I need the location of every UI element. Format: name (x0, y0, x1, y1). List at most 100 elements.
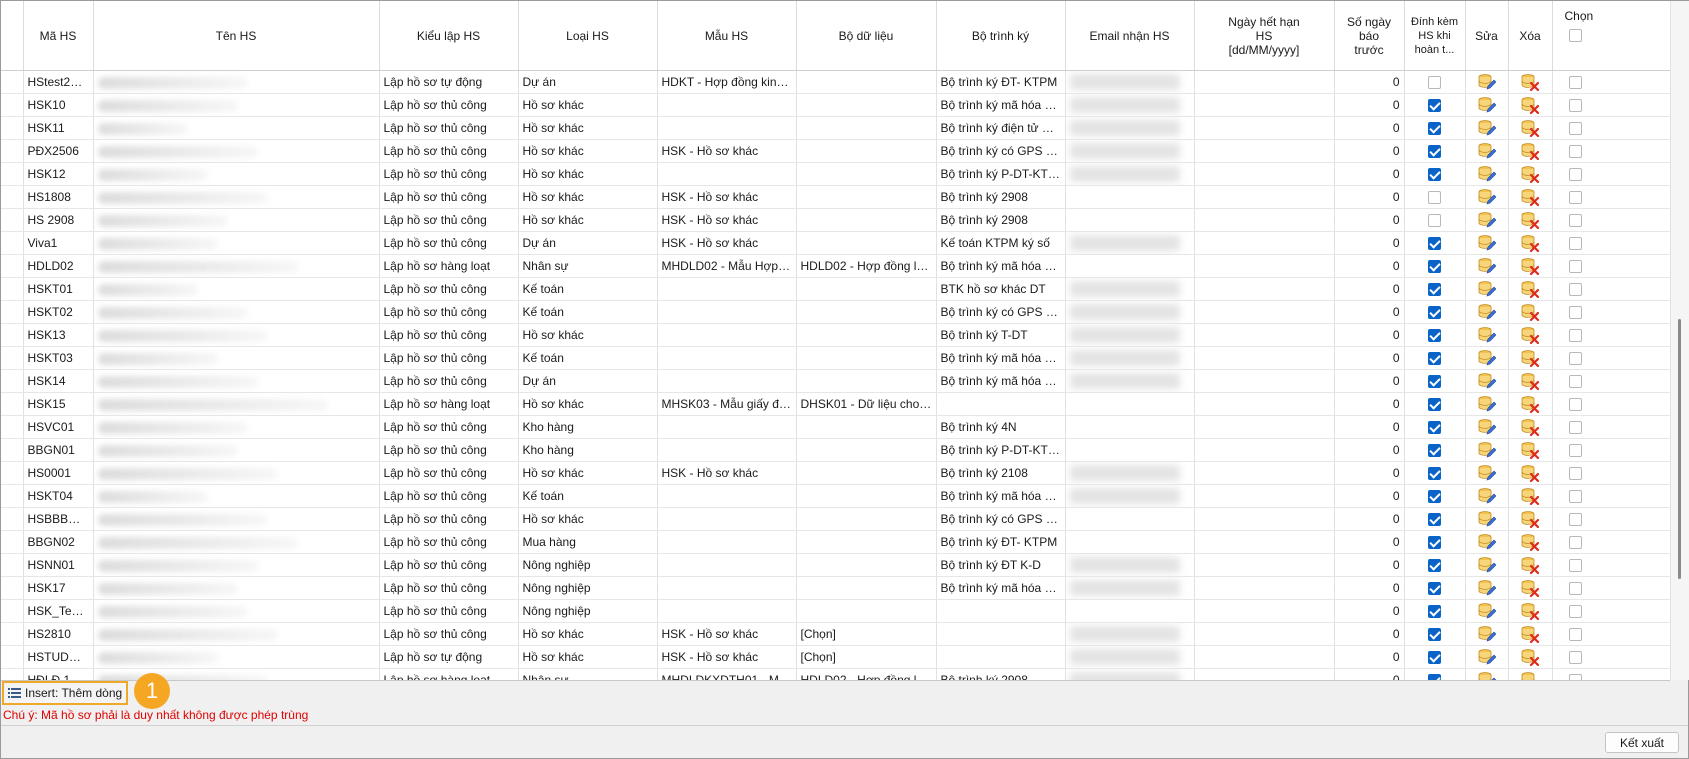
cell-sua[interactable] (1465, 139, 1509, 163)
cell-bo-trinh-ky[interactable]: Bộ trình ký P-DT-KTPM (936, 162, 1066, 186)
cell-ngay-het-han[interactable] (1194, 323, 1335, 347)
database-edit-icon[interactable] (1478, 189, 1496, 205)
cell-xoa[interactable] (1508, 392, 1553, 416)
select-row-checkbox[interactable] (1568, 467, 1582, 481)
cell-chon[interactable] (1552, 392, 1670, 416)
cell-ten-hs[interactable] (93, 576, 380, 600)
cell-ma-hs[interactable]: BBGN01 (23, 438, 94, 462)
cell-bo-du-lieu[interactable] (796, 93, 937, 117)
cell-xoa[interactable] (1508, 323, 1553, 347)
row-gutter[interactable] (1, 346, 24, 370)
cell-xoa[interactable] (1508, 346, 1553, 370)
cell-kieu-lap[interactable]: Lập hồ sơ hàng loạt (379, 668, 519, 680)
cell-email[interactable] (1065, 599, 1195, 623)
cell-chon[interactable] (1552, 162, 1670, 186)
cell-ngay-het-han[interactable] (1194, 300, 1335, 324)
cell-bo-trinh-ky[interactable]: Bộ trình ký 2908 (936, 668, 1066, 680)
cell-so-ngay[interactable]: 0 (1334, 599, 1405, 623)
cell-so-ngay[interactable]: 0 (1334, 323, 1405, 347)
cell-bo-du-lieu[interactable]: HDLD02 - Hợp đồng lao đ... (796, 254, 937, 278)
cell-loai-hs[interactable]: Hồ sơ khác (518, 645, 658, 669)
cell-mau-hs[interactable] (657, 553, 797, 577)
cell-ten-hs[interactable] (93, 645, 380, 669)
cell-bo-du-lieu[interactable]: [Chọn] (796, 645, 937, 669)
cell-chon[interactable] (1552, 208, 1670, 232)
cell-loai-hs[interactable]: Kho hàng (518, 438, 658, 462)
cell-chon[interactable] (1552, 185, 1670, 209)
cell-xoa[interactable] (1508, 369, 1553, 393)
cell-kieu-lap[interactable]: Lập hồ sơ thủ công (379, 553, 519, 577)
cell-dinh-kem[interactable] (1404, 461, 1466, 485)
cell-email[interactable] (1065, 645, 1195, 669)
select-row-checkbox[interactable] (1568, 329, 1582, 343)
attach-checkbox[interactable] (1428, 168, 1441, 182)
cell-xoa[interactable] (1508, 139, 1553, 163)
cell-sua[interactable] (1465, 530, 1509, 554)
cell-so-ngay[interactable]: 0 (1334, 461, 1405, 485)
attach-checkbox[interactable] (1428, 122, 1441, 136)
cell-kieu-lap[interactable]: Lập hồ sơ thủ công (379, 208, 519, 232)
cell-sua[interactable] (1465, 162, 1509, 186)
cell-dinh-kem[interactable] (1404, 323, 1466, 347)
cell-ten-hs[interactable] (93, 415, 380, 439)
cell-bo-trinh-ky[interactable]: BTK hồ sơ khác DT (936, 277, 1066, 301)
cell-dinh-kem[interactable] (1404, 346, 1466, 370)
cell-ma-hs[interactable]: HSK15 (23, 392, 94, 416)
cell-ten-hs[interactable] (93, 369, 380, 393)
cell-dinh-kem[interactable] (1404, 530, 1466, 554)
cell-loai-hs[interactable]: Dự án (518, 231, 658, 255)
col-header-email[interactable]: Email nhận HS (1065, 1, 1195, 71)
cell-ma-hs[interactable]: HSKT02 (23, 300, 94, 324)
cell-ma-hs[interactable]: HS1808 (23, 185, 94, 209)
cell-email[interactable] (1065, 162, 1195, 186)
cell-sua[interactable] (1465, 415, 1509, 439)
cell-ma-hs[interactable]: HDLD02 (23, 254, 94, 278)
cell-chon[interactable] (1552, 369, 1670, 393)
cell-dinh-kem[interactable] (1404, 668, 1466, 680)
cell-ten-hs[interactable] (93, 162, 380, 186)
cell-chon[interactable] (1552, 300, 1670, 324)
cell-email[interactable] (1065, 553, 1195, 577)
cell-ngay-het-han[interactable] (1194, 415, 1335, 439)
table-row[interactable]: HDLD02 Lập hồ sơ hàng loạt Nhân sự MHDLD02 … (1, 254, 1670, 278)
cell-email[interactable] (1065, 185, 1195, 209)
database-edit-icon[interactable] (1478, 212, 1496, 228)
database-edit-icon[interactable] (1478, 649, 1496, 665)
select-row-checkbox[interactable] (1568, 283, 1582, 297)
select-row-checkbox[interactable] (1568, 191, 1582, 205)
cell-chon[interactable] (1552, 415, 1670, 439)
cell-ten-hs[interactable] (93, 208, 380, 232)
cell-bo-trinh-ky[interactable]: Bộ trình ký mã hóa có... (936, 93, 1066, 117)
cell-email[interactable] (1065, 231, 1195, 255)
cell-kieu-lap[interactable]: Lập hồ sơ thủ công (379, 530, 519, 554)
col-header-ten-hs[interactable]: Tên HS (93, 1, 380, 71)
row-gutter[interactable] (1, 369, 24, 393)
attach-checkbox[interactable] (1428, 421, 1441, 435)
cell-dinh-kem[interactable] (1404, 484, 1466, 508)
cell-ma-hs[interactable]: HSVC01 (23, 415, 94, 439)
cell-dinh-kem[interactable] (1404, 116, 1466, 140)
cell-mau-hs[interactable]: HSK - Hồ sơ khác (657, 645, 797, 669)
cell-chon[interactable] (1552, 438, 1670, 462)
select-row-checkbox[interactable] (1568, 582, 1582, 596)
cell-loai-hs[interactable]: Hồ sơ khác (518, 507, 658, 531)
row-gutter[interactable] (1, 438, 24, 462)
cell-chon[interactable] (1552, 530, 1670, 554)
cell-dinh-kem[interactable] (1404, 277, 1466, 301)
attach-checkbox[interactable] (1428, 237, 1441, 251)
cell-ma-hs[interactable]: HĐLĐ 1025 (23, 668, 94, 680)
cell-bo-trinh-ky[interactable]: Bộ trình ký 2908 (936, 185, 1066, 209)
cell-bo-trinh-ky[interactable] (936, 599, 1066, 623)
table-row[interactable]: HSBBBG01 Lập hồ sơ thủ công Hồ sơ khác Bộ t… (1, 507, 1670, 531)
database-delete-icon[interactable] (1521, 442, 1539, 459)
cell-ten-hs[interactable] (93, 622, 380, 646)
cell-bo-du-lieu[interactable] (796, 116, 937, 140)
select-row-checkbox[interactable] (1568, 536, 1582, 550)
row-gutter[interactable] (1, 461, 24, 485)
cell-bo-trinh-ky[interactable]: Bộ trình ký mã hóa D... (936, 484, 1066, 508)
cell-mau-hs[interactable] (657, 530, 797, 554)
cell-ma-hs[interactable]: HSTUDON... (23, 645, 94, 669)
cell-ngay-het-han[interactable] (1194, 208, 1335, 232)
cell-so-ngay[interactable]: 0 (1334, 208, 1405, 232)
cell-dinh-kem[interactable] (1404, 507, 1466, 531)
